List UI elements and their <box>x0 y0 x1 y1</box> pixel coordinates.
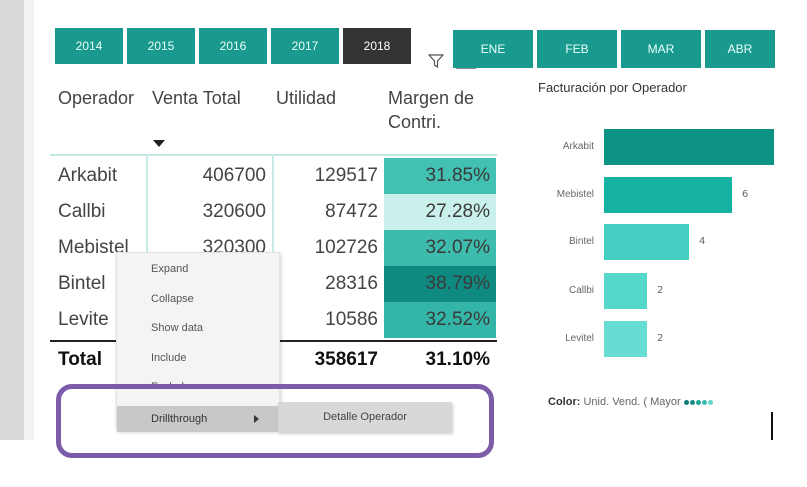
legend-title: Color <box>548 396 577 408</box>
utilidad-value: 28316 <box>325 273 378 294</box>
utilidad-value: 102726 <box>314 237 378 258</box>
operator-name: Levite <box>58 309 109 330</box>
chart-bar[interactable] <box>604 273 647 309</box>
operator-name: Callbi <box>58 201 106 222</box>
venta-value: 320600 <box>202 201 266 222</box>
legend-dot <box>683 400 689 406</box>
bar-label: Callbi <box>568 285 594 296</box>
bar-value-label: 2 <box>657 285 664 296</box>
year-button-2017[interactable]: 2017 <box>271 28 339 64</box>
sort-descending-icon <box>153 140 165 147</box>
margen-value: 32.52% <box>384 302 496 338</box>
chart-bar[interactable] <box>604 129 774 165</box>
utilidad-value: 87472 <box>325 201 378 222</box>
legend-dot <box>689 400 695 406</box>
year-button-2015[interactable]: 2015 <box>127 28 195 64</box>
margen-value: 27.28% <box>384 194 496 230</box>
table-row[interactable]: Arkabit 406700 129517 31.85% <box>50 158 497 194</box>
menu-item-collapse[interactable]: Collapse <box>151 293 194 305</box>
color-legend: Color: Unid. Vend. ( Mayor <box>548 396 714 408</box>
column-header-operador[interactable]: Operador <box>58 86 134 110</box>
legend-text: Unid. Vend. ( Mayor <box>583 396 681 408</box>
bar-label: Levitel <box>565 333 594 344</box>
month-button-mar[interactable]: MAR <box>621 30 701 68</box>
bar-label: Bintel <box>568 236 594 247</box>
margen-value: 31.85% <box>384 158 496 194</box>
legend-color-scale <box>683 396 714 408</box>
chart-bar[interactable] <box>604 224 689 260</box>
legend-dot <box>707 400 713 406</box>
margen-value: 32.07% <box>384 230 496 266</box>
bar-value-label: 4 <box>699 236 706 247</box>
utilidad-value: 10586 <box>325 309 378 330</box>
table-row[interactable]: Callbi 320600 87472 27.28% <box>50 194 497 230</box>
month-button-abr[interactable]: ABR <box>705 30 775 68</box>
chart-bar[interactable] <box>604 177 732 213</box>
column-header-margen[interactable]: Margen de Contri. <box>388 86 492 134</box>
total-utilidad: 358617 <box>314 349 378 370</box>
operator-name: Bintel <box>58 273 106 294</box>
legend-dot <box>695 400 701 406</box>
left-scroll-bar <box>0 0 24 440</box>
left-panel-edge <box>24 0 34 440</box>
menu-item-show-data[interactable]: Show data <box>151 322 203 334</box>
chart-title: Facturación por Operador <box>538 80 687 95</box>
total-label: Total <box>58 349 102 370</box>
utilidad-value: 129517 <box>314 165 378 186</box>
filter-icon[interactable] <box>428 54 444 68</box>
text-cursor <box>771 412 773 440</box>
venta-value: 406700 <box>202 165 266 186</box>
chart-bar[interactable] <box>604 321 647 357</box>
column-header-utilidad[interactable]: Utilidad <box>276 86 336 110</box>
month-button-feb[interactable]: FEB <box>537 30 617 68</box>
highlight-annotation <box>56 384 494 458</box>
menu-item-expand[interactable]: Expand <box>151 263 188 275</box>
bar-value-label: 2 <box>657 333 664 344</box>
year-button-2018[interactable]: 2018 <box>343 28 411 64</box>
bar-label: Mebistel <box>556 189 594 200</box>
total-margen: 31.10% <box>425 349 490 370</box>
month-slicer: ENE FEB MAR ABR <box>453 30 775 68</box>
margen-value: 38.79% <box>384 266 496 302</box>
bar-value-label: 6 <box>742 189 749 200</box>
month-button-ene[interactable]: ENE <box>453 30 533 68</box>
year-button-2016[interactable]: 2016 <box>199 28 267 64</box>
year-button-2014[interactable]: 2014 <box>55 28 123 64</box>
menu-item-include[interactable]: Include <box>151 352 186 364</box>
year-slicer: 2014 2015 2016 2017 2018 <box>55 28 411 64</box>
legend-dot <box>701 400 707 406</box>
column-header-venta-total[interactable]: Venta Total <box>152 86 241 110</box>
bar-label: Arkabit <box>562 141 594 152</box>
operator-name: Arkabit <box>58 165 118 186</box>
